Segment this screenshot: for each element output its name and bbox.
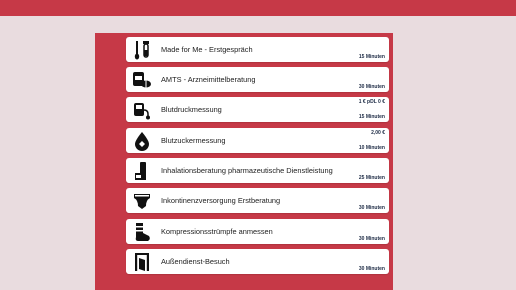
- blood-drop-icon: [132, 130, 152, 151]
- service-duration: 30 Minuten: [358, 205, 385, 211]
- service-duration: 10 Minuten: [358, 145, 385, 151]
- pills-icon: [132, 69, 152, 90]
- service-duration: 30 Minuten: [358, 266, 385, 272]
- service-card-inhalationsberatung[interactable]: Inhalationsberatung pharmazeutische Dien…: [126, 158, 389, 183]
- compression-sock-icon: [132, 221, 152, 242]
- service-price: 2,00 €: [371, 130, 385, 136]
- service-duration: 15 Minuten: [358, 54, 385, 60]
- service-label: Kompressionsstrümpfe anmessen: [161, 227, 273, 236]
- service-label: Blutzuckermessung: [161, 136, 226, 145]
- service-card-amts[interactable]: AMTS - Arzneimittelberatung 30 Minuten: [126, 67, 389, 92]
- inhaler-icon: [132, 160, 152, 181]
- service-label: Blutdruckmessung: [161, 105, 222, 114]
- service-card-inkontinenzversorgung[interactable]: Inkontinenzversorgung Erstberatung 30 Mi…: [126, 188, 389, 213]
- service-card-aussendienst-besuch[interactable]: Außendienst-Besuch 30 Minuten: [126, 249, 389, 274]
- service-card-made-for-me[interactable]: Made for Me - Erstgespräch 15 Minuten: [126, 37, 389, 62]
- service-duration: 30 Minuten: [358, 236, 385, 242]
- swab-tube-icon: [132, 39, 152, 60]
- service-label: Inhalationsberatung pharmazeutische Dien…: [161, 166, 333, 175]
- service-duration: 25 Minuten: [358, 175, 385, 181]
- service-duration: 15 Minuten: [358, 114, 385, 120]
- service-label: AMTS - Arzneimittelberatung: [161, 75, 256, 84]
- service-label: Inkontinenzversorgung Erstberatung: [161, 196, 281, 205]
- service-label: Außendienst-Besuch: [161, 257, 230, 266]
- service-label: Made for Me - Erstgespräch: [161, 45, 253, 54]
- service-duration: 30 Minuten: [358, 84, 385, 90]
- door-icon: [132, 251, 152, 272]
- top-header-bar: [0, 0, 516, 16]
- diaper-icon: [132, 190, 152, 211]
- service-price: 1 € pDL 0 €: [358, 99, 385, 105]
- blood-pressure-icon: [132, 99, 152, 120]
- service-card-blutzuckermessung[interactable]: Blutzuckermessung 2,00 € 10 Minuten: [126, 128, 389, 153]
- service-card-kompressionsstruempfe[interactable]: Kompressionsstrümpfe anmessen 30 Minuten: [126, 219, 389, 244]
- service-card-blutdruckmessung[interactable]: Blutdruckmessung 1 € pDL 0 € 15 Minuten: [126, 97, 389, 122]
